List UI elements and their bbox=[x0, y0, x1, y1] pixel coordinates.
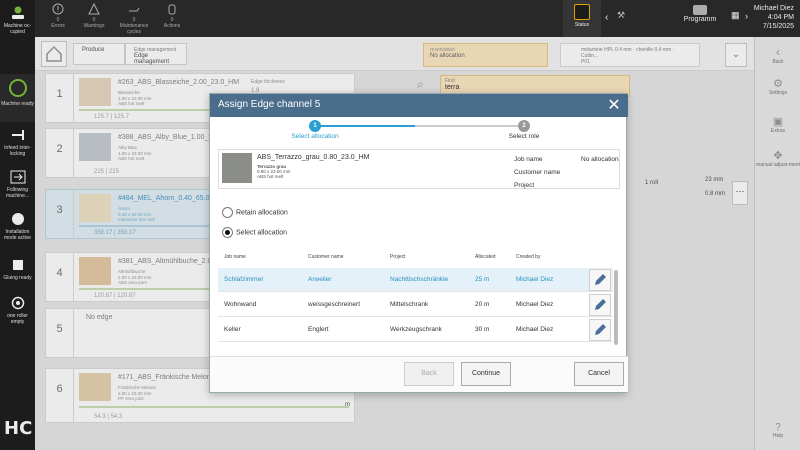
column-header: Job name bbox=[224, 254, 246, 260]
cell-created-by: Michael Diez bbox=[516, 301, 554, 308]
table-row[interactable]: Keller Englert Werkzeugschrank 30 m Mich… bbox=[218, 318, 613, 342]
job-name-value: No allocation bbox=[581, 156, 619, 163]
edge-meta: Terrazzo grau 0.80 x 23.00 mm ABS hot melt bbox=[257, 164, 291, 179]
edge-summary: ABS_Terrazzo_grau_0.80_23.0_HM Terrazzo … bbox=[218, 149, 620, 189]
radio-circle bbox=[222, 227, 233, 238]
radio-label: Select allocation bbox=[236, 229, 287, 237]
table-row[interactable]: Schlafzimmer Arweiler Nachttischschränkl… bbox=[218, 268, 613, 292]
radio-label: Retain allocation bbox=[236, 209, 288, 217]
step-dot: 1 bbox=[309, 120, 321, 132]
column-header: Customer name bbox=[308, 254, 344, 260]
retain-allocation-radio[interactable]: Retain allocation bbox=[222, 207, 288, 218]
assign-edge-dialog: Assign Edge channel 5 ✕ 1 Select allocat… bbox=[209, 93, 628, 393]
step-label: Select role bbox=[508, 133, 540, 140]
column-header: Project bbox=[390, 254, 406, 260]
cell-allocated: 30 m bbox=[475, 326, 490, 333]
edge-thumbnail bbox=[222, 153, 252, 183]
dialog-title: Assign Edge channel 5 bbox=[218, 99, 321, 110]
select-allocation-radio[interactable]: Select allocation bbox=[222, 227, 287, 238]
stepper: 1 Select allocation 2 Select role bbox=[210, 118, 628, 144]
column-header: Created by bbox=[516, 254, 541, 260]
column-header: Allocated bbox=[475, 254, 496, 260]
project-label: Project bbox=[514, 182, 535, 189]
cell-created-by: Michael Diez bbox=[516, 276, 554, 283]
continue-button[interactable]: Continue bbox=[461, 362, 511, 386]
job-name-label: Job name bbox=[514, 156, 543, 163]
edit-button[interactable] bbox=[589, 319, 611, 341]
cancel-button[interactable]: Cancel bbox=[574, 362, 624, 386]
dialog-header: Assign Edge channel 5 ✕ bbox=[210, 94, 628, 117]
cell-project: Nachttischschränkle bbox=[390, 276, 449, 283]
pencil-icon bbox=[595, 299, 606, 310]
cell-customer: Englert bbox=[308, 326, 329, 333]
close-icon[interactable]: ✕ bbox=[606, 97, 622, 113]
radio-circle bbox=[222, 207, 233, 218]
edge-name: ABS_Terrazzo_grau_0.80_23.0_HM bbox=[257, 154, 370, 161]
cell-job: Wohnwand bbox=[224, 301, 257, 308]
step-label: Select allocation bbox=[291, 133, 339, 140]
cell-allocated: 20 m bbox=[475, 301, 490, 308]
step-select-role: 2 Select role bbox=[474, 120, 574, 140]
cell-created-by: Michael Diez bbox=[516, 326, 554, 333]
cell-customer: Arweiler bbox=[308, 276, 332, 283]
table-row[interactable]: Wohnwand weissgeschreinert Mittelschrank… bbox=[218, 293, 613, 317]
cell-job: Keller bbox=[224, 326, 241, 333]
cell-job: Schlafzimmer bbox=[224, 276, 264, 283]
step-dot: 2 bbox=[518, 120, 530, 132]
pencil-icon bbox=[595, 274, 606, 285]
cell-allocated: 25 m bbox=[475, 276, 490, 283]
back-button[interactable]: Back bbox=[404, 362, 454, 386]
cell-project: Mittelschrank bbox=[390, 301, 429, 308]
edit-button[interactable] bbox=[589, 294, 611, 316]
cell-customer: weissgeschreinert bbox=[308, 301, 361, 308]
edit-button[interactable] bbox=[589, 269, 611, 291]
dialog-footer: Back Continue Cancel bbox=[210, 356, 628, 392]
cell-project: Werkzeugschrank bbox=[390, 326, 442, 333]
pencil-icon bbox=[595, 324, 606, 335]
step-select-allocation: 1 Select allocation bbox=[265, 120, 365, 140]
table-scrollbar[interactable] bbox=[614, 270, 618, 345]
customer-name-label: Customer name bbox=[514, 169, 561, 176]
